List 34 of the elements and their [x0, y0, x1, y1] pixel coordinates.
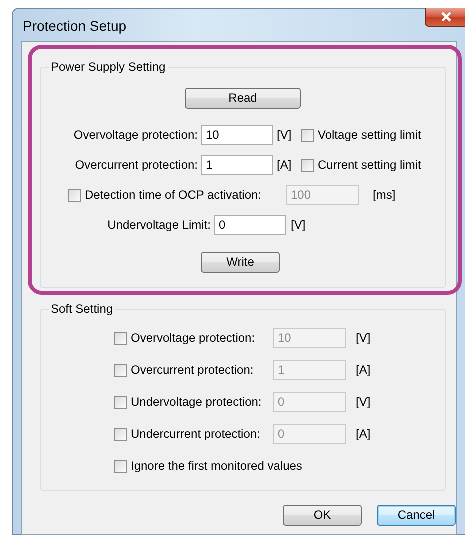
unit-label: [A] [356, 427, 371, 441]
checkbox[interactable] [301, 158, 314, 172]
write-button[interactable]: Write [201, 252, 280, 273]
checkbox-label: Undervoltage protection: [131, 395, 263, 409]
input-field[interactable]: 1 [201, 155, 273, 175]
group-title: Soft Setting [49, 302, 116, 316]
read-button[interactable]: Read [185, 88, 301, 109]
close-button[interactable] [425, 8, 465, 27]
cancel-button[interactable]: Cancel [377, 505, 456, 526]
window-title: Protection Setup [23, 18, 127, 34]
checkbox-label: Detection time of OCP activation: [85, 188, 263, 202]
unit-label: [A] [277, 158, 293, 172]
checkbox-label: Overcurrent protection: [131, 363, 255, 377]
field-label: Overvoltage protection: [72, 128, 198, 142]
unit-label: [A] [356, 363, 371, 377]
unit-label: [ms] [373, 188, 396, 202]
unit-label: [V] [277, 128, 293, 142]
input-field[interactable]: 10 [201, 125, 273, 145]
checkbox-label: Current setting limit [318, 158, 422, 172]
checkbox-label: Undercurrent protection: [131, 427, 262, 441]
unit-label: [V] [356, 395, 371, 409]
group-title: Power Supply Setting [49, 60, 168, 74]
input-field[interactable]: 0 [214, 215, 286, 235]
ok-button[interactable]: OK [283, 505, 362, 526]
checkbox-label: Ignore the first monitored values [131, 459, 302, 473]
field-label: Undervoltage Limit: [106, 218, 211, 232]
checkbox-label: Overvoltage protection: [131, 331, 256, 345]
field-label: Overcurrent protection: [74, 158, 198, 172]
close-icon [441, 12, 452, 22]
checkbox-label: Voltage setting limit [318, 128, 422, 142]
unit-label: [V] [356, 331, 371, 345]
checkbox[interactable] [301, 128, 314, 142]
unit-label: [V] [291, 218, 306, 232]
checkbox[interactable] [114, 460, 127, 472]
